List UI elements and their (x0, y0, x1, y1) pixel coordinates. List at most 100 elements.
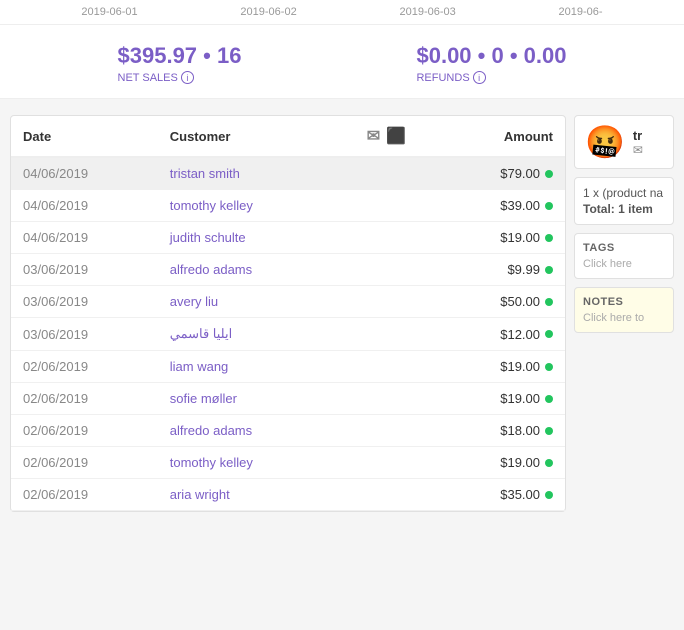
row-customer[interactable]: tomothy kelley (158, 190, 334, 222)
row-icons (334, 254, 438, 286)
net-sales-label: NET SALES i (118, 71, 242, 84)
table-row[interactable]: 04/06/2019tomothy kelley $39.00 (11, 190, 565, 222)
row-date: 02/06/2019 (11, 479, 158, 511)
row-icons (334, 318, 438, 351)
table-row[interactable]: 02/06/2019liam wang $19.00 (11, 351, 565, 383)
table-row[interactable]: 03/06/2019avery liu $50.00 (11, 286, 565, 318)
table-row[interactable]: 02/06/2019aria wright $35.00 (11, 479, 565, 511)
table-header-row: Date Customer ✉ ⬛ Amount (11, 116, 565, 157)
table-row[interactable]: 03/06/2019ايليا قاسمي$12.00 (11, 318, 565, 351)
row-customer[interactable]: judith schulte (158, 222, 334, 254)
row-amount: $79.00 (439, 157, 565, 190)
row-customer[interactable]: aria wright (158, 479, 334, 511)
row-amount: $9.99 (439, 254, 565, 286)
row-amount: $39.00 (439, 190, 565, 222)
row-amount: $12.00 (439, 318, 565, 351)
refunds-section: $0.00 • 0 • 0.00 REFUNDS i (416, 43, 566, 84)
row-customer[interactable]: alfredo adams (158, 415, 334, 447)
row-amount: $19.00 (439, 222, 565, 254)
table-row[interactable]: 02/06/2019alfredo adams $18.00 (11, 415, 565, 447)
table-row[interactable]: 03/06/2019alfredo adams $9.99 (11, 254, 565, 286)
row-icons (334, 415, 438, 447)
right-panel: 🤬 tr ✉ 1 x (product na Total: 1 item TAG… (574, 115, 674, 512)
row-amount: $19.00 (439, 383, 565, 415)
tags-click-here[interactable]: Click here (583, 258, 665, 270)
row-date: 03/06/2019 (11, 286, 158, 318)
customer-email-icon: ✉ (633, 143, 643, 157)
row-icons (334, 383, 438, 415)
row-icons (334, 190, 438, 222)
orders-table: Date Customer ✉ ⬛ Amount 04/06/2019trist… (11, 116, 565, 511)
row-amount: $18.00 (439, 415, 565, 447)
order-total: Total: 1 item (583, 202, 665, 216)
customer-column-header: Customer (158, 116, 334, 157)
row-amount: $35.00 (439, 479, 565, 511)
table-row[interactable]: 04/06/2019judith schulte $19.00 (11, 222, 565, 254)
customer-avatar: 🤬 (585, 126, 625, 158)
row-customer[interactable]: ايليا قاسمي (158, 318, 334, 351)
status-dot (545, 330, 553, 338)
order-detail-card: 1 x (product na Total: 1 item (574, 177, 674, 225)
customer-card: 🤬 tr ✉ (574, 115, 674, 169)
refunds-value: $0.00 • 0 • 0.00 (416, 43, 566, 69)
notes-click-here[interactable]: Click here to (583, 312, 665, 324)
net-sales-section: $395.97 • 16 NET SALES i (118, 43, 242, 84)
notes-section[interactable]: NOTES Click here to (574, 287, 674, 333)
date-label-3: 2019-06-03 (399, 6, 455, 18)
table-row[interactable]: 02/06/2019sofie møller $19.00 (11, 383, 565, 415)
row-date: 04/06/2019 (11, 222, 158, 254)
row-date: 04/06/2019 (11, 190, 158, 222)
row-date: 02/06/2019 (11, 351, 158, 383)
status-dot (545, 491, 553, 499)
row-icons (334, 447, 438, 479)
summary-bar: $395.97 • 16 NET SALES i $0.00 • 0 • 0.0… (0, 25, 684, 99)
date-column-header: Date (11, 116, 158, 157)
customer-name-short: tr (633, 128, 643, 143)
status-dot (545, 363, 553, 371)
net-sales-value: $395.97 • 16 (118, 43, 242, 69)
status-dot (545, 395, 553, 403)
row-customer[interactable]: sofie møller (158, 383, 334, 415)
date-label-2: 2019-06-02 (240, 6, 296, 18)
refunds-info-icon[interactable]: i (473, 71, 486, 84)
row-customer[interactable]: liam wang (158, 351, 334, 383)
orders-panel: Date Customer ✉ ⬛ Amount 04/06/2019trist… (10, 115, 566, 512)
row-icons (334, 479, 438, 511)
icons-column-header: ✉ ⬛ (334, 116, 438, 157)
email-header-icon[interactable]: ✉ (367, 126, 380, 146)
table-row[interactable]: 04/06/2019tristan smith $79.00 (11, 157, 565, 190)
status-dot (545, 266, 553, 274)
table-row[interactable]: 02/06/2019tomothy kelley $19.00 (11, 447, 565, 479)
status-dot (545, 170, 553, 178)
row-customer[interactable]: alfredo adams (158, 254, 334, 286)
row-icons (334, 286, 438, 318)
notes-title: NOTES (583, 296, 665, 308)
row-date: 03/06/2019 (11, 254, 158, 286)
row-icons (334, 157, 438, 190)
net-sales-info-icon[interactable]: i (181, 71, 194, 84)
row-date: 02/06/2019 (11, 383, 158, 415)
tags-section[interactable]: TAGS Click here (574, 233, 674, 279)
row-amount: $50.00 (439, 286, 565, 318)
tags-title: TAGS (583, 242, 665, 254)
row-date: 02/06/2019 (11, 447, 158, 479)
row-amount: $19.00 (439, 447, 565, 479)
date-label-4: 2019-06- (559, 6, 603, 18)
row-date: 04/06/2019 (11, 157, 158, 190)
export-header-icon[interactable]: ⬛ (386, 126, 406, 146)
amount-column-header: Amount (439, 116, 565, 157)
row-icons (334, 222, 438, 254)
main-content: Date Customer ✉ ⬛ Amount 04/06/2019trist… (0, 115, 684, 512)
refunds-label: REFUNDS i (416, 71, 566, 84)
row-customer[interactable]: tomothy kelley (158, 447, 334, 479)
status-dot (545, 459, 553, 467)
row-amount: $19.00 (439, 351, 565, 383)
row-customer[interactable]: tristan smith (158, 157, 334, 190)
row-date: 02/06/2019 (11, 415, 158, 447)
status-dot (545, 202, 553, 210)
row-customer[interactable]: avery liu (158, 286, 334, 318)
date-axis: 2019-06-01 2019-06-02 2019-06-03 2019-06… (0, 0, 684, 25)
customer-info: tr ✉ (633, 128, 643, 157)
status-dot (545, 427, 553, 435)
status-dot (545, 234, 553, 242)
